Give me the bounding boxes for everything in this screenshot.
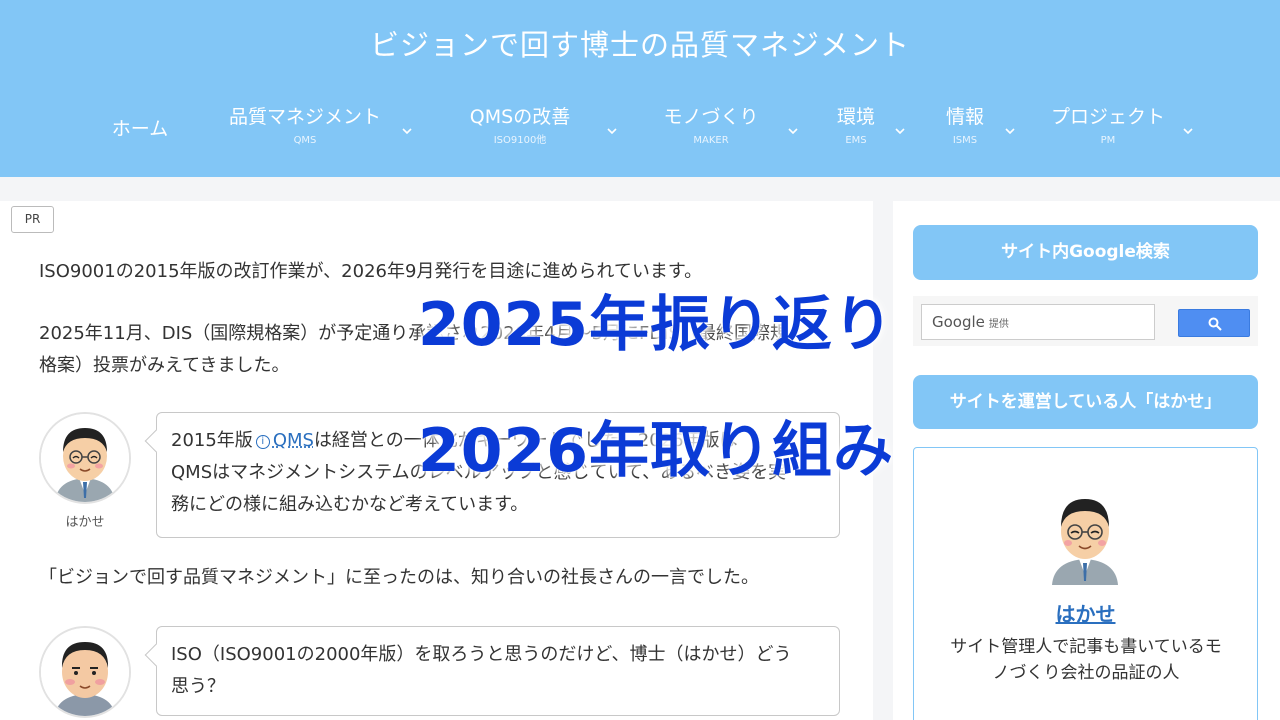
overlay-title-2025: 2025年振り返り: [418, 290, 894, 360]
search-input[interactable]: Google 提供: [921, 304, 1155, 340]
nav-label: 環境: [836, 106, 875, 128]
chevron-down-icon[interactable]: [895, 126, 905, 136]
origin-paragraph: 「ビジョンで回す品質マネジメント」に至ったのは、知り合いの社長さんの一言でした。: [39, 567, 759, 588]
bubble-line2: 思う？: [171, 676, 225, 697]
nav-label: QMSの改善: [469, 106, 571, 128]
sidebar-heading-profile: サイトを運営している人「はかせ」: [913, 375, 1258, 429]
search-button[interactable]: [1178, 309, 1250, 337]
nav-label: 品質マネジメント: [228, 106, 381, 128]
nav-sub-label: EMS: [845, 135, 867, 146]
nav-item-project[interactable]: プロジェクト PM: [1046, 100, 1170, 162]
nav-item-information[interactable]: 情報 ISMS: [939, 100, 991, 162]
nav-sub-label: MAKER: [693, 135, 729, 146]
chevron-down-icon[interactable]: [607, 126, 617, 136]
nav-item-monozukuri[interactable]: モノづくり MAKER: [656, 100, 766, 162]
site-header: ビジョンで回す博士の品質マネジメント ホーム 品質マネジメント QMS QMSの…: [0, 0, 1280, 177]
overlay-title-2026: 2026年取り組み: [418, 416, 894, 486]
nav-label: 情報: [945, 106, 984, 128]
avatar: [39, 412, 131, 504]
google-logo: Google: [932, 313, 985, 331]
google-sub-label: 提供: [988, 319, 1009, 330]
bubble-line1: ISO（ISO9001の2000年版）を取ろうと思うのだけど、博士（はかせ）どう: [171, 644, 792, 665]
nav-label: ホーム: [111, 118, 169, 140]
bubble-text: 2015年版: [171, 430, 253, 451]
qms-glossary-link[interactable]: QMS: [273, 430, 314, 451]
nav-item-home[interactable]: ホーム: [108, 100, 172, 162]
pr-badge: PR: [11, 206, 54, 233]
hakase-profile-icon: [1052, 499, 1118, 585]
nav-label: プロジェクト: [1050, 106, 1165, 128]
nav-sub-label: QMS: [293, 135, 317, 146]
search-icon: [1208, 317, 1222, 331]
nav-sub-label: ISO9100他: [493, 135, 547, 146]
sidebar-heading-search: サイト内Google検索: [913, 225, 1258, 280]
speech-bubble: ISO（ISO9001の2000年版）を取ろうと思うのだけど、博士（はかせ）どう…: [156, 626, 840, 716]
info-icon[interactable]: i: [255, 435, 270, 449]
global-nav: ホーム 品質マネジメント QMS QMSの改善 ISO9100他 モノづくり M…: [0, 100, 1280, 170]
president-face-icon: [41, 628, 129, 716]
nav-item-qms-improvement[interactable]: QMSの改善 ISO9100他: [462, 100, 578, 162]
chevron-down-icon[interactable]: [1005, 126, 1015, 136]
profile-description: サイト管理人で記事も書いているモノづくり会社の品証の人: [950, 637, 1222, 683]
bubble-line3: 務にどの様に組み込むかなど考えています。: [171, 494, 529, 515]
nav-sub-label: ISMS: [952, 135, 978, 146]
avatar: [39, 626, 131, 718]
profile-name-link[interactable]: はかせ: [913, 598, 1258, 627]
hakase-face-icon: [41, 414, 129, 502]
nav-label: モノづくり: [663, 106, 759, 128]
nav-sub-label: PM: [1100, 135, 1116, 146]
avatar-name: はかせ: [65, 515, 105, 530]
site-title[interactable]: ビジョンで回す博士の品質マネジメント: [0, 22, 1280, 64]
nav-item-environment[interactable]: 環境 EMS: [830, 100, 882, 162]
chevron-down-icon[interactable]: [402, 126, 412, 136]
chevron-down-icon[interactable]: [788, 126, 798, 136]
nav-item-quality-management[interactable]: 品質マネジメント QMS: [222, 100, 388, 162]
chevron-down-icon[interactable]: [1183, 126, 1193, 136]
